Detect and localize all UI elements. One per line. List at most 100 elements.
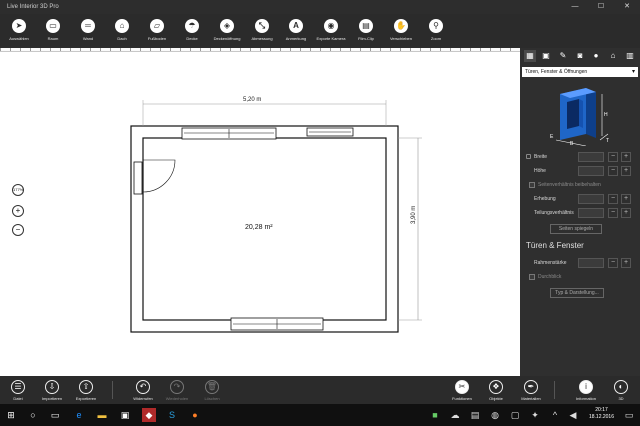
edge-browser-icon[interactable]: e xyxy=(72,408,86,422)
grid-tab-icon[interactable]: ▥ xyxy=(624,50,636,62)
tool-dimension[interactable]: ⤡ Abmessung xyxy=(244,16,280,46)
preview-h-label: H xyxy=(604,112,608,118)
firefox-icon[interactable]: ● xyxy=(188,408,202,422)
zoom-in-button[interactable]: + xyxy=(12,205,24,217)
frame-thickness-input[interactable] xyxy=(578,258,604,268)
zoom-percent-button[interactable]: 177% xyxy=(12,184,24,196)
tool-roof[interactable]: ⌂ Dach xyxy=(104,16,140,46)
paint-tab-icon[interactable]: ✎ xyxy=(557,50,569,62)
tray-app-icon[interactable]: ■ xyxy=(428,408,442,422)
bottom-label: Wiederholen xyxy=(165,396,189,401)
width-dimension-label: 5,20 m xyxy=(243,97,262,103)
height-input[interactable] xyxy=(578,166,604,176)
mirror-sides-button[interactable]: Seiten spiegeln xyxy=(550,224,602,234)
information-button[interactable]: i Information xyxy=(570,379,602,403)
tool-move[interactable]: ✋ Verschieben xyxy=(383,16,419,46)
type-appearance-button[interactable]: Typ & Darstellung... xyxy=(550,288,604,298)
windows-start-icon[interactable]: ⊞ xyxy=(4,408,18,422)
height-increment-button[interactable]: + xyxy=(621,166,631,176)
transparent-checkbox[interactable] xyxy=(529,274,535,280)
clock-date: 18.12.2016 xyxy=(588,414,614,420)
lock-icon[interactable] xyxy=(526,154,531,159)
bottom-label: Löschen xyxy=(204,396,220,401)
elevation-increment-button[interactable]: + xyxy=(621,194,631,204)
tool-zoom[interactable]: ⚲ Zoom xyxy=(418,16,454,46)
tool-floor[interactable]: ▱ Fußboden xyxy=(139,16,175,46)
tool-film-clip[interactable]: ▤ Film-Clip xyxy=(348,16,384,46)
split-ratio-increment-button[interactable]: + xyxy=(621,208,631,218)
category-value: Türen, Fenster & Öffnungen xyxy=(525,69,588,75)
hand-icon: ✋ xyxy=(394,19,408,33)
export-button[interactable]: ⇧ Exportieren xyxy=(70,379,102,403)
file-button[interactable]: ☰ Datei xyxy=(2,379,34,403)
split-ratio-decrement-button[interactable]: − xyxy=(608,208,618,218)
tool-ceiling-opening[interactable]: ◈ Deckenöffnung xyxy=(209,16,245,46)
undo-icon: ↶ xyxy=(136,380,150,394)
3d-view-button[interactable]: ◐ 3D xyxy=(605,379,637,403)
tray-chevron-icon[interactable]: ^ xyxy=(548,408,562,422)
functions-button[interactable]: ✂ Funktionen xyxy=(446,379,478,403)
cortana-icon[interactable]: ○ xyxy=(26,408,40,422)
elevation-input[interactable] xyxy=(578,194,604,204)
objects-button[interactable]: ❖ Objekte xyxy=(480,379,512,403)
furniture-tab-icon[interactable]: ▣ xyxy=(540,50,552,62)
materials-button[interactable]: ✒ Materialien xyxy=(515,379,547,403)
preview-e-label: E xyxy=(550,134,554,140)
task-view-icon[interactable]: ▭ xyxy=(48,408,62,422)
brush-icon: ✒ xyxy=(524,380,538,394)
tray-icon[interactable]: ✦ xyxy=(528,408,542,422)
delete-button[interactable]: 🗑 Löschen xyxy=(196,379,228,403)
field-label: Teilungsverhältnis xyxy=(534,210,574,216)
tray-network-icon[interactable]: ▤ xyxy=(468,408,482,422)
tray-icon[interactable]: ◍ xyxy=(488,408,502,422)
maximize-button[interactable]: ☐ xyxy=(592,0,610,14)
tool-annotation[interactable]: A Anmerkung xyxy=(278,16,314,46)
tool-label: Exporte Kamera xyxy=(316,36,346,41)
film-icon: ▤ xyxy=(359,19,373,33)
width-input[interactable] xyxy=(578,152,604,162)
frame-increment-button[interactable]: + xyxy=(621,258,631,268)
redo-button[interactable]: ↷ Wiederholen xyxy=(161,379,193,403)
tray-cloud-icon[interactable]: ☁ xyxy=(448,408,462,422)
camera-icon: ◉ xyxy=(324,19,338,33)
tool-camera[interactable]: ◉ Exporte Kamera xyxy=(313,16,349,46)
notifications-icon[interactable]: ▭ xyxy=(622,408,636,422)
store-icon[interactable]: ▣ xyxy=(118,408,132,422)
floor-plan-tab-icon[interactable]: ▦ xyxy=(524,50,536,62)
tray-icon[interactable]: ▢ xyxy=(508,408,522,422)
windows-taskbar: ⊞ ○ ▭ e ▬ ▣ ◆ S ● ■ ☁ ▤ ◍ ▢ ✦ ^ ◀ 20:17 … xyxy=(0,404,640,426)
elevation-decrement-button[interactable]: − xyxy=(608,194,618,204)
zoom-out-button[interactable]: − xyxy=(12,224,24,236)
width-increment-button[interactable]: + xyxy=(621,152,631,162)
tool-ceiling[interactable]: ☂ Decke xyxy=(174,16,210,46)
keep-ratio-checkbox[interactable] xyxy=(529,182,535,188)
light-tab-icon[interactable]: ● xyxy=(590,50,602,62)
undo-button[interactable]: ↶ Widerrufen xyxy=(127,379,159,403)
minimize-button[interactable]: — xyxy=(566,0,584,14)
volume-icon[interactable]: ◀ xyxy=(566,408,580,422)
camera-tab-icon[interactable]: ◙ xyxy=(574,50,586,62)
height-decrement-button[interactable]: − xyxy=(608,166,618,176)
frame-decrement-button[interactable]: − xyxy=(608,258,618,268)
split-ratio-input[interactable] xyxy=(578,208,604,218)
tool-select[interactable]: ➤ Auswählen xyxy=(1,16,37,46)
floor-plan-canvas[interactable]: 5,20 m 3,90 m 20,28 m² 177% + − xyxy=(0,52,520,376)
file-explorer-icon[interactable]: ▬ xyxy=(95,408,109,422)
skype-icon[interactable]: S xyxy=(165,408,179,422)
house-tab-icon[interactable]: ⌂ xyxy=(607,50,619,62)
window-title: Live Interior 3D Pro xyxy=(7,4,59,10)
zoom-icon: ⚲ xyxy=(429,19,443,33)
door-left[interactable] xyxy=(133,161,143,195)
app-window: Live Interior 3D Pro — ☐ ✕ ➤ Auswählen ▭ R… xyxy=(0,0,640,426)
tool-room[interactable]: ▭ Raum xyxy=(35,16,71,46)
import-button[interactable]: ⇩ Importieren xyxy=(36,379,68,403)
category-dropdown[interactable]: Türen, Fenster & Öffnungen ▾ xyxy=(522,67,638,77)
field-row-frame: Rahmenstärke − + xyxy=(526,258,636,268)
width-decrement-button[interactable]: − xyxy=(608,152,618,162)
close-button[interactable]: ✕ xyxy=(618,0,636,14)
tool-wall[interactable]: ═ Wand xyxy=(70,16,106,46)
system-clock[interactable]: 20:17 18.12.2016 xyxy=(589,407,614,421)
field-row-height: Höhe − + xyxy=(526,166,636,176)
live-interior-app-icon[interactable]: ◆ xyxy=(142,408,156,422)
chevron-down-icon: ▾ xyxy=(631,69,635,75)
